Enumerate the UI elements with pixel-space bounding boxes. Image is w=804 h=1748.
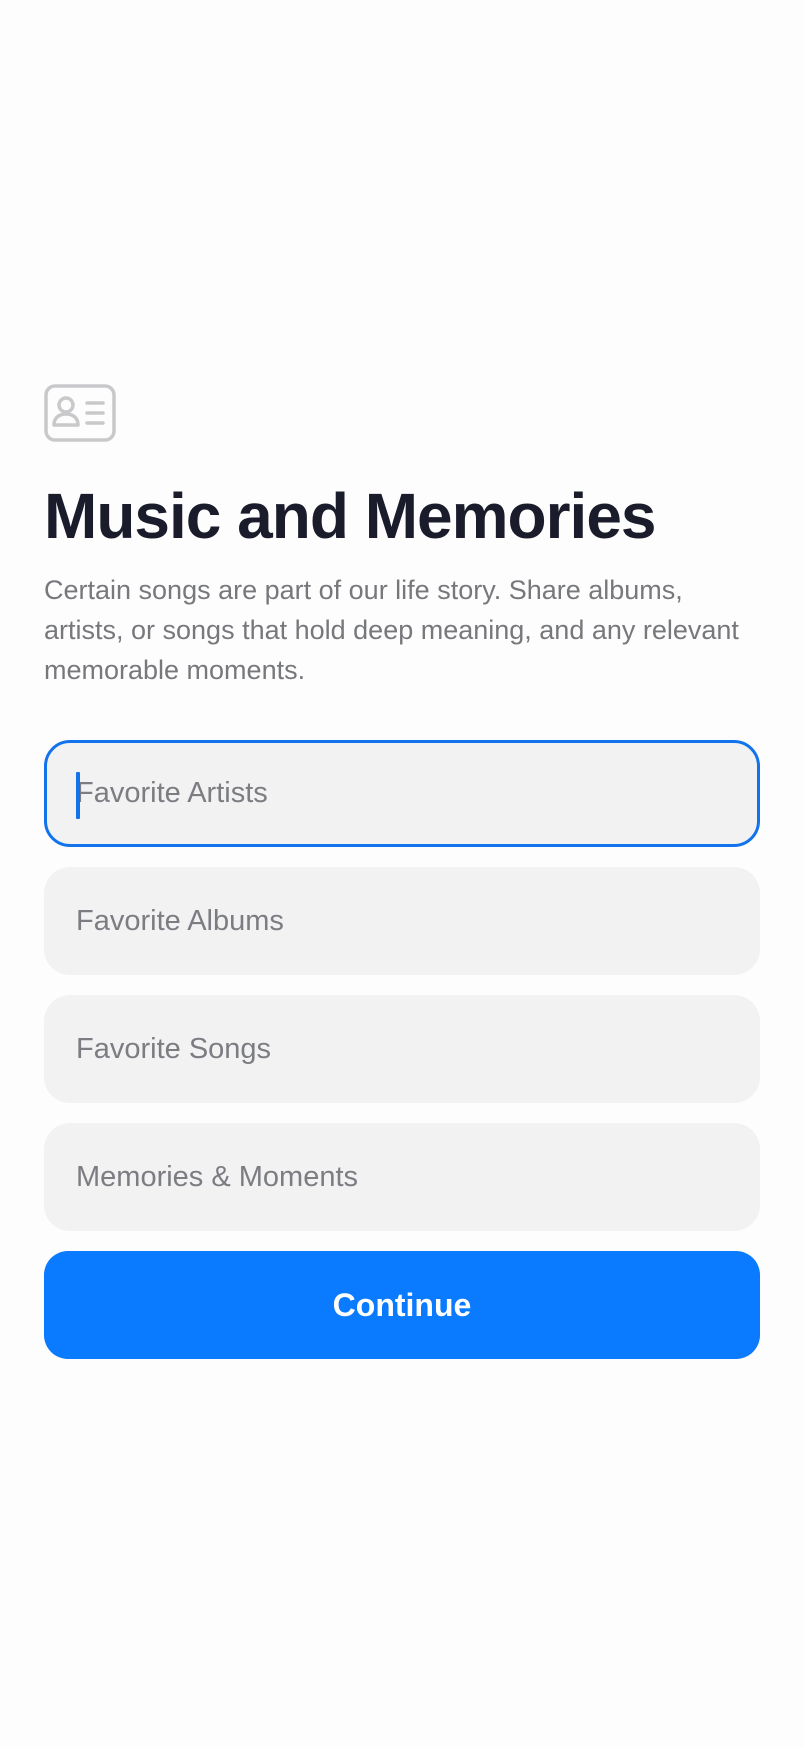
favorite-albums-field[interactable]: [44, 867, 760, 975]
text-caret: [76, 772, 80, 819]
favorite-artists-input[interactable]: [47, 743, 757, 844]
onboarding-screen: Music and Memories Certain songs are par…: [0, 0, 804, 1748]
favorite-albums-input[interactable]: [47, 870, 757, 972]
memories-moments-field[interactable]: [44, 1123, 760, 1231]
memories-moments-input[interactable]: [47, 1126, 757, 1228]
page-subtitle: Certain songs are part of our life story…: [44, 575, 739, 685]
page-title: Music and Memories: [44, 480, 657, 552]
content: Music and Memories Certain songs are par…: [44, 384, 760, 1359]
favorite-songs-field[interactable]: [44, 995, 760, 1103]
continue-button[interactable]: Continue: [44, 1251, 760, 1359]
favorite-songs-input[interactable]: [47, 998, 757, 1100]
favorite-artists-field[interactable]: [44, 740, 760, 847]
form-fields: [44, 740, 760, 1231]
contact-card-icon: [44, 384, 760, 442]
